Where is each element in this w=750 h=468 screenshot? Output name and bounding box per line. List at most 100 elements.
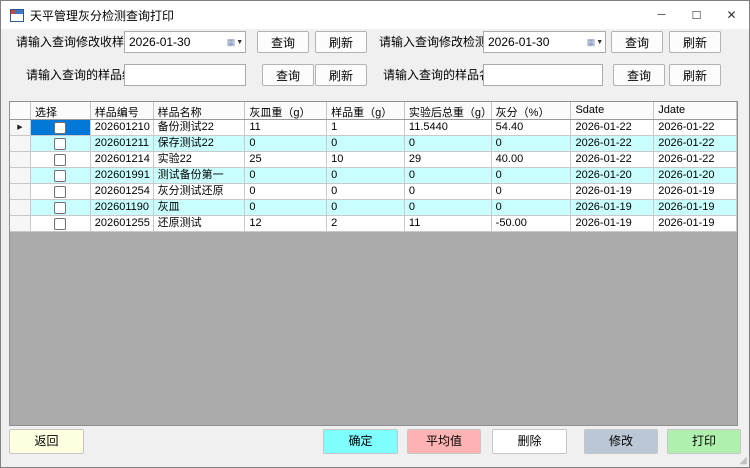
table-cell[interactable]: 11: [245, 120, 327, 136]
sample-name-input[interactable]: [484, 65, 602, 85]
table-cell[interactable]: 0: [327, 136, 405, 152]
select-cell[interactable]: [31, 200, 91, 216]
column-header[interactable]: Sdate: [571, 102, 654, 119]
table-cell[interactable]: 测试备份第一: [154, 168, 246, 184]
table-cell[interactable]: 54.40: [492, 120, 572, 136]
table-cell[interactable]: 0: [245, 136, 327, 152]
table-cell[interactable]: 25: [245, 152, 327, 168]
sample-no-refresh-button[interactable]: 刷新: [315, 64, 367, 86]
maximize-button[interactable]: ☐: [679, 1, 714, 29]
table-cell[interactable]: 0: [405, 136, 492, 152]
receive-date-query-button[interactable]: 查询: [257, 31, 309, 53]
table-cell[interactable]: -50.00: [492, 216, 572, 232]
sample-name-refresh-button[interactable]: 刷新: [669, 64, 721, 86]
table-cell[interactable]: 0: [405, 184, 492, 200]
delete-button[interactable]: 删除: [492, 429, 567, 454]
table-cell[interactable]: 0: [492, 136, 572, 152]
table-cell[interactable]: 0: [327, 184, 405, 200]
column-header[interactable]: Jdate: [654, 102, 737, 119]
select-cell[interactable]: [31, 152, 91, 168]
row-header[interactable]: [10, 152, 31, 168]
row-checkbox[interactable]: [54, 186, 66, 198]
table-row[interactable]: 202601254灰分测试还原00002026-01-192026-01-19: [10, 184, 737, 200]
table-row[interactable]: 202601214实验2225102940.002026-01-222026-0…: [10, 152, 737, 168]
row-checkbox[interactable]: [54, 170, 66, 182]
select-cell[interactable]: [31, 120, 91, 136]
row-header[interactable]: [10, 216, 31, 232]
table-cell[interactable]: 202601210: [91, 120, 154, 136]
table-cell[interactable]: 2026-01-22: [571, 152, 654, 168]
table-cell[interactable]: 2026-01-19: [571, 216, 654, 232]
modify-button[interactable]: 修改: [584, 429, 658, 454]
column-header[interactable]: 样品名称: [154, 102, 246, 119]
resize-grip-icon[interactable]: ◢: [739, 456, 747, 466]
table-cell[interactable]: 0: [492, 184, 572, 200]
table-cell[interactable]: 0: [245, 184, 327, 200]
table-cell[interactable]: 202601254: [91, 184, 154, 200]
select-cell[interactable]: [31, 216, 91, 232]
column-header[interactable]: 样品编号: [91, 102, 154, 119]
table-cell[interactable]: 202601211: [91, 136, 154, 152]
row-checkbox[interactable]: [54, 218, 66, 230]
table-cell[interactable]: 29: [405, 152, 492, 168]
table-cell[interactable]: 2026-01-22: [571, 136, 654, 152]
receive-date-dropdown[interactable]: ▦▼: [225, 32, 245, 52]
table-cell[interactable]: 备份测试22: [154, 120, 246, 136]
ok-button[interactable]: 确定: [323, 429, 398, 454]
table-cell[interactable]: 0: [327, 200, 405, 216]
table-cell[interactable]: 0: [327, 168, 405, 184]
row-header[interactable]: [10, 184, 31, 200]
table-cell[interactable]: 11.5440: [405, 120, 492, 136]
table-cell[interactable]: 40.00: [492, 152, 572, 168]
table-cell[interactable]: 202601190: [91, 200, 154, 216]
table-cell[interactable]: 2: [327, 216, 405, 232]
table-cell[interactable]: 0: [245, 200, 327, 216]
table-cell[interactable]: 灰分测试还原: [154, 184, 246, 200]
table-cell[interactable]: 2026-01-20: [571, 168, 654, 184]
table-cell[interactable]: 0: [245, 168, 327, 184]
column-header[interactable]: 样品重（g）: [327, 102, 405, 119]
table-cell[interactable]: 2026-01-19: [571, 200, 654, 216]
row-checkbox[interactable]: [54, 154, 66, 166]
row-header[interactable]: [10, 136, 31, 152]
receive-date-refresh-button[interactable]: 刷新: [315, 31, 367, 53]
table-row[interactable]: 202601255还原测试12211-50.002026-01-192026-0…: [10, 216, 737, 232]
table-cell[interactable]: 0: [405, 168, 492, 184]
minimize-button[interactable]: ─: [644, 1, 679, 29]
row-checkbox[interactable]: [54, 138, 66, 150]
table-cell[interactable]: 0: [492, 200, 572, 216]
select-cell[interactable]: [31, 136, 91, 152]
print-button[interactable]: 打印: [667, 429, 741, 454]
receive-date-picker[interactable]: 2026-01-30 ▦▼: [124, 31, 246, 53]
sample-no-query-button[interactable]: 查询: [262, 64, 314, 86]
table-cell[interactable]: 10: [327, 152, 405, 168]
column-header[interactable]: 选择: [31, 102, 91, 119]
table-cell[interactable]: 实验22: [154, 152, 246, 168]
table-cell[interactable]: 202601991: [91, 168, 154, 184]
table-cell[interactable]: 还原测试: [154, 216, 246, 232]
table-cell[interactable]: 202601214: [91, 152, 154, 168]
table-cell[interactable]: 灰皿: [154, 200, 246, 216]
row-checkbox[interactable]: [54, 202, 66, 214]
test-date-dropdown[interactable]: ▦▼: [585, 32, 605, 52]
table-cell[interactable]: 2026-01-22: [654, 152, 737, 168]
test-date-query-button[interactable]: 查询: [611, 31, 663, 53]
table-cell[interactable]: 保存测试22: [154, 136, 246, 152]
table-row[interactable]: 202601190灰皿00002026-01-192026-01-19: [10, 200, 737, 216]
select-cell[interactable]: [31, 184, 91, 200]
column-header[interactable]: 灰皿重（g）: [245, 102, 327, 119]
row-checkbox[interactable]: [54, 122, 66, 134]
sample-name-query-button[interactable]: 查询: [613, 64, 665, 86]
table-cell[interactable]: 2026-01-22: [654, 120, 737, 136]
table-cell[interactable]: 2026-01-19: [654, 216, 737, 232]
table-cell[interactable]: 0: [492, 168, 572, 184]
table-cell[interactable]: 11: [405, 216, 492, 232]
column-header[interactable]: 灰分（%）: [492, 102, 572, 119]
select-cell[interactable]: [31, 168, 91, 184]
column-header[interactable]: 实验后总重（g）: [405, 102, 492, 119]
test-date-picker[interactable]: 2026-01-30 ▦▼: [483, 31, 606, 53]
row-header[interactable]: [10, 200, 31, 216]
row-header[interactable]: [10, 168, 31, 184]
table-row[interactable]: ▶202601210备份测试2211111.544054.402026-01-2…: [10, 120, 737, 136]
table-cell[interactable]: 202601255: [91, 216, 154, 232]
